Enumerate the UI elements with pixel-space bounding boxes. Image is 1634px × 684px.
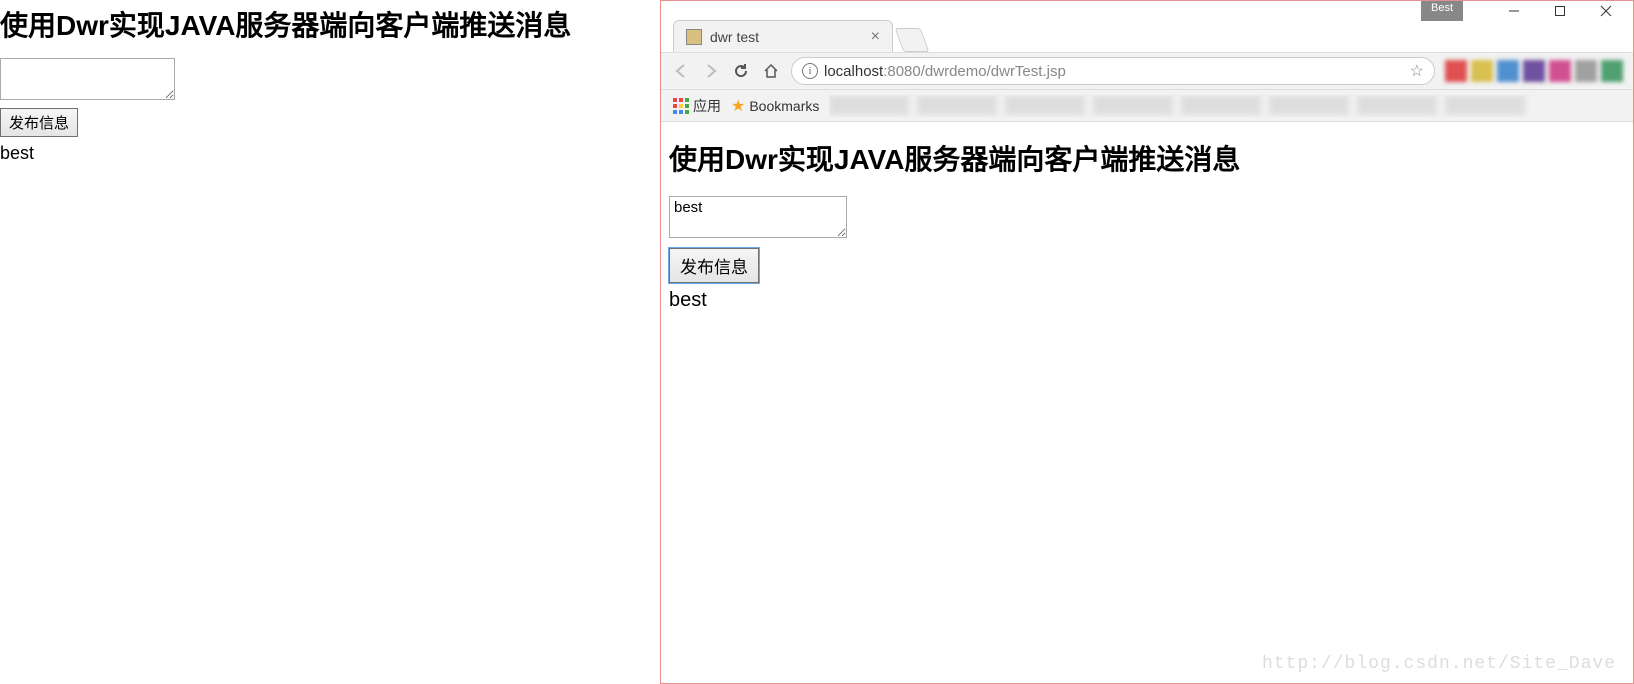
output-text: best <box>669 289 1625 312</box>
page-content: 使用Dwr实现JAVA服务器端向客户端推送消息 发布信息 best <box>661 122 1633 328</box>
window-close-button[interactable] <box>1583 1 1629 21</box>
tab-title: dwr test <box>710 29 863 45</box>
site-info-icon[interactable]: i <box>802 63 818 79</box>
new-tab-button[interactable] <box>895 28 930 52</box>
window-maximize-button[interactable] <box>1537 1 1583 21</box>
window-minimize-button[interactable] <box>1491 1 1537 21</box>
tab-strip: dwr test × <box>661 17 1633 52</box>
watermark-text: http://blog.csdn.net/Site_Dave <box>1262 654 1616 674</box>
bookmarks-blurred <box>829 95 1621 117</box>
extension-icon[interactable] <box>1601 60 1623 82</box>
browser-toolbar: i localhost:8080/dwrdemo/dwrTest.jsp ☆ <box>661 52 1633 90</box>
tab-favicon-icon <box>686 29 702 45</box>
extension-icon[interactable] <box>1497 60 1519 82</box>
extension-icon[interactable] <box>1523 60 1545 82</box>
message-textarea[interactable] <box>0 58 175 100</box>
left-page: 使用Dwr实现JAVA服务器端向客户端推送消息 发布信息 best <box>0 0 650 684</box>
window-titlebar: Best <box>661 1 1633 17</box>
publish-button[interactable]: 发布信息 <box>669 248 759 283</box>
extension-icon[interactable] <box>1549 60 1571 82</box>
extension-icons <box>1445 60 1623 82</box>
back-button[interactable] <box>671 61 691 81</box>
home-button[interactable] <box>761 61 781 81</box>
address-host: localhost <box>824 63 883 80</box>
bookmark-star-icon[interactable]: ☆ <box>1410 61 1424 81</box>
apps-label: 应用 <box>693 96 721 116</box>
window-badge: Best <box>1421 1 1463 21</box>
publish-button[interactable]: 发布信息 <box>0 108 78 137</box>
extension-icon[interactable] <box>1471 60 1493 82</box>
browser-tab[interactable]: dwr test × <box>673 20 893 52</box>
page-heading: 使用Dwr实现JAVA服务器端向客户端推送消息 <box>0 4 650 44</box>
apps-button[interactable]: 应用 <box>673 96 721 116</box>
browser-window: Best dwr test × <box>660 0 1634 684</box>
address-path: :8080/dwrdemo/dwrTest.jsp <box>883 63 1066 80</box>
apps-grid-icon <box>673 98 689 114</box>
bookmarks-folder[interactable]: ★ Bookmarks <box>731 96 819 116</box>
tab-close-icon[interactable]: × <box>871 29 880 45</box>
address-bar[interactable]: i localhost:8080/dwrdemo/dwrTest.jsp ☆ <box>791 57 1435 85</box>
bookmarks-label: Bookmarks <box>749 98 819 114</box>
bookmarks-bar: 应用 ★ Bookmarks <box>661 90 1633 122</box>
address-text: localhost:8080/dwrdemo/dwrTest.jsp <box>824 63 1066 80</box>
forward-button[interactable] <box>701 61 721 81</box>
output-text: best <box>0 143 650 164</box>
message-textarea[interactable] <box>669 196 847 238</box>
star-icon: ★ <box>731 96 745 116</box>
extension-icon[interactable] <box>1575 60 1597 82</box>
reload-button[interactable] <box>731 61 751 81</box>
extension-icon[interactable] <box>1445 60 1467 82</box>
page-heading: 使用Dwr实现JAVA服务器端向客户端推送消息 <box>669 138 1625 178</box>
